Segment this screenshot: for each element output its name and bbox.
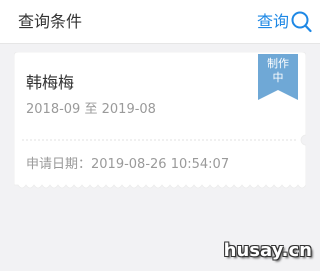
status-badge: 制作 中 xyxy=(258,54,298,100)
status-line-2: 中 xyxy=(272,71,284,84)
apply-date-label: 申请日期： xyxy=(26,157,92,172)
period-separator: 至 xyxy=(84,102,98,117)
period-start: 2018-09 xyxy=(26,102,81,117)
apply-date-value: 2019-08-26 10:54:07 xyxy=(91,157,230,172)
query-label: 查询 xyxy=(256,12,289,31)
status-line-1: 制作 xyxy=(267,57,289,70)
watermark-text: husay.cn xyxy=(223,240,312,261)
query-button[interactable]: 查询 xyxy=(257,8,312,36)
page-title: 查询条件 xyxy=(18,12,83,31)
applicant-name: 韩梅梅 xyxy=(26,73,75,92)
record-card[interactable]: 韩梅梅 2018-09 至 2019-08 制作 中 申请日期：2019-08-… xyxy=(14,52,306,189)
search-icon xyxy=(291,11,312,33)
top-bar: 查询条件 查询 xyxy=(0,0,320,44)
status-text: 制作 中 xyxy=(258,57,298,85)
period-end: 2019-08 xyxy=(101,102,156,117)
apply-date: 申请日期：2019-08-26 10:54:07 xyxy=(26,156,229,174)
period-range: 2018-09 至 2019-08 xyxy=(26,101,156,119)
